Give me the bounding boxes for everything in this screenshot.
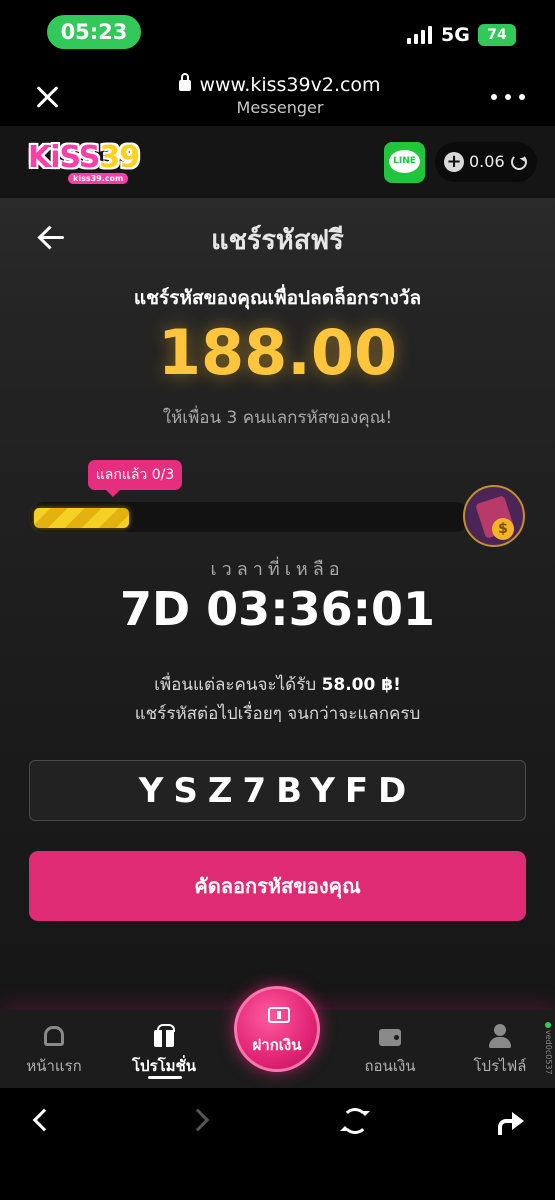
browser-back-icon[interactable] — [32, 1108, 56, 1132]
countdown-timer: 7D 03:36:01 — [119, 582, 436, 636]
network-type: 5G — [441, 24, 470, 46]
copy-code-button[interactable]: คัดลอกรหัสของคุณ — [29, 851, 526, 921]
url-bar[interactable]: www.kiss39v2.com Messenger — [150, 73, 410, 117]
balance-widget: + 0.06 — [435, 142, 537, 182]
site-logo[interactable]: KiSS39 kiss39.com — [28, 140, 144, 186]
nav-withdraw[interactable]: ถอนเงิน — [345, 1024, 435, 1078]
signal-icon — [407, 26, 433, 44]
deposit-label: ฝากเงิน — [252, 1036, 302, 1054]
nav-home-label: หน้าแรก — [26, 1057, 82, 1075]
line-button[interactable]: LINE — [384, 142, 425, 183]
share-code-field[interactable]: YSZ7BYFD — [29, 760, 526, 821]
home-icon — [42, 1024, 66, 1048]
online-indicator — [545, 1022, 551, 1028]
deposit-icon — [268, 1007, 290, 1023]
reload-icon[interactable] — [340, 1108, 370, 1134]
user-icon — [488, 1024, 512, 1048]
lock-icon — [179, 73, 192, 91]
nav-home[interactable]: หน้าแรก — [9, 1024, 99, 1078]
browser-header: www.kiss39v2.com Messenger — [0, 64, 555, 126]
reward-amount: 188.00 — [157, 316, 398, 389]
close-icon[interactable] — [34, 84, 60, 110]
plus-icon[interactable]: + — [444, 152, 464, 172]
time-remaining-label: เวลาที่เหลือ — [210, 559, 345, 580]
promo-page: KiSS39 kiss39.com LINE + 0.06 แชร์รหัสฟร… — [0, 126, 555, 1089]
redeem-count-badge: แลกแล้ว 0/3 — [88, 460, 182, 497]
balance-value: 0.06 — [469, 152, 505, 171]
more-icon[interactable] — [491, 94, 525, 102]
wallet-icon — [378, 1024, 402, 1048]
share-icon[interactable] — [498, 1112, 524, 1135]
friend-reward-text: เพื่อนแต่ละคนจะได้รับ 58.00 ฿! — [154, 675, 401, 695]
url-text: www.kiss39v2.com — [199, 74, 381, 96]
refresh-icon[interactable] — [511, 154, 527, 170]
site-header: KiSS39 kiss39.com LINE + 0.06 — [0, 126, 555, 198]
nav-promotions[interactable]: โปรโมชั่น — [119, 1024, 209, 1078]
reward-ticket-icon: $ — [463, 485, 525, 547]
status-bar: 05:23 5G 74 — [0, 0, 555, 64]
nav-promotions-label: โปรโมชั่น — [131, 1057, 196, 1075]
promo-subtitle: แชร์รหัสของคุณเพื่อปลดล็อกรางวัล — [133, 287, 422, 309]
invite-note: ให้เพื่อน 3 คนแลกรหัสของคุณ! — [162, 408, 393, 428]
gift-icon — [152, 1024, 176, 1048]
share-note: แชร์รหัสต่อไปเรื่อยๆ จนกว่าจะแลกครบ — [134, 704, 421, 724]
version-tag: ved0c0537 — [544, 1030, 553, 1075]
friend-reward-amount: 58.00 ฿! — [321, 675, 401, 695]
page-title: แชร์รหัสฟรี — [211, 225, 344, 256]
progress-fill — [34, 508, 129, 528]
line-icon: LINE — [389, 150, 420, 173]
nav-profile-label: โปรไฟล์ — [473, 1057, 527, 1075]
browser-forward-icon[interactable] — [186, 1108, 210, 1132]
deposit-button[interactable]: ฝากเงิน — [234, 986, 320, 1072]
progress-bar — [30, 502, 470, 532]
nav-withdraw-label: ถอนเงิน — [364, 1057, 416, 1075]
active-tab-indicator — [148, 1076, 182, 1079]
battery-icon: 74 — [478, 24, 516, 46]
browser-toolbar — [0, 1088, 555, 1200]
status-time: 05:23 — [47, 15, 141, 49]
app-name: Messenger — [236, 98, 324, 117]
nav-profile[interactable]: โปรไฟล์ — [455, 1024, 545, 1078]
